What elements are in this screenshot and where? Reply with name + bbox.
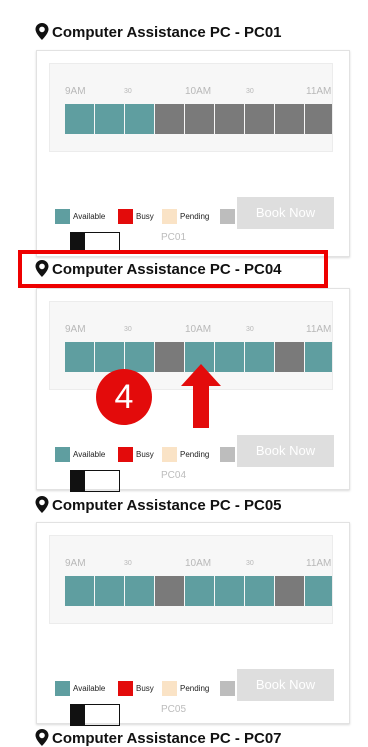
tick-9am: 9AM (65, 324, 86, 335)
time-slot-available[interactable] (305, 576, 332, 606)
screen-icon (84, 470, 120, 492)
time-slot-booked[interactable] (275, 104, 304, 134)
time-slot-available[interactable] (65, 576, 94, 606)
schedule-card-pc05: 9AM 30 10AM 30 11AM Available Busy Pendi… (36, 522, 350, 726)
time-slot-available[interactable] (95, 576, 124, 606)
highlight-box (18, 250, 328, 288)
time-slot-booked[interactable] (305, 104, 332, 134)
legend-available-label: Available (73, 684, 106, 693)
time-slot-available[interactable] (305, 342, 332, 372)
legend-unavailable-swatch (220, 447, 235, 462)
time-slot-booked[interactable] (275, 342, 304, 372)
legend-busy-label: Busy (136, 450, 154, 459)
time-axis: 9AM 30 10AM 30 11AM (50, 86, 332, 100)
tick-1030: 30 (246, 326, 254, 333)
schedule-card-pc01: 9AM 30 10AM 30 11AM Available Busy Pendi… (36, 50, 350, 257)
time-slot-booked[interactable] (245, 104, 274, 134)
tick-11am: 11AM (306, 86, 332, 97)
legend-busy-label: Busy (136, 212, 154, 221)
legend-available-swatch (55, 447, 70, 462)
time-slot-booked[interactable] (155, 104, 184, 134)
tick-9am: 9AM (65, 86, 86, 97)
pc-id-label: PC05 (161, 704, 187, 715)
time-slot-available[interactable] (65, 104, 94, 134)
tick-1030: 30 (246, 560, 254, 567)
legend-pending-swatch (162, 681, 177, 696)
time-slot-available[interactable] (65, 342, 94, 372)
legend-busy-swatch (118, 681, 133, 696)
card-title-pc01[interactable]: Computer Assistance PC - PC01 (52, 24, 282, 41)
book-now-button[interactable]: Book Now (237, 435, 334, 467)
time-slot-booked[interactable] (275, 576, 304, 606)
time-slot-available[interactable] (95, 342, 124, 372)
time-slot-available[interactable] (125, 342, 154, 372)
tick-930: 30 (124, 560, 132, 567)
book-now-button[interactable]: Book Now (237, 197, 334, 229)
tick-10am: 10AM (185, 86, 212, 97)
legend-available-label: Available (73, 450, 106, 459)
book-now-button[interactable]: Book Now (237, 669, 334, 701)
tick-11am: 11AM (306, 558, 332, 569)
legend-unavailable-swatch (220, 681, 235, 696)
time-slot-available[interactable] (245, 576, 274, 606)
time-slot-booked[interactable] (155, 576, 184, 606)
legend-available-label: Available (73, 212, 106, 221)
time-slot-available[interactable] (245, 342, 274, 372)
location-pin-icon (35, 496, 49, 513)
screen-icon (84, 704, 120, 726)
legend-unavailable-swatch (220, 209, 235, 224)
card-title-pc05[interactable]: Computer Assistance PC - PC05 (52, 497, 282, 514)
timeline-panel[interactable]: 9AM 30 10AM 30 11AM (49, 535, 333, 624)
legend-pending-swatch (162, 447, 177, 462)
step-number-badge: 4 (96, 369, 152, 425)
tick-10am: 10AM (185, 324, 212, 335)
legend-available-swatch (55, 209, 70, 224)
tick-11am: 11AM (306, 324, 332, 335)
legend-busy-label: Busy (136, 684, 154, 693)
legend-busy-swatch (118, 209, 133, 224)
tick-930: 30 (124, 88, 132, 95)
time-slot-available[interactable] (125, 104, 154, 134)
tick-1030: 30 (246, 88, 254, 95)
legend-pending-label: Pending (180, 450, 210, 459)
legend-pending-label: Pending (180, 684, 210, 693)
up-arrow-icon (181, 364, 221, 428)
tick-930: 30 (124, 326, 132, 333)
time-slot-available[interactable] (125, 576, 154, 606)
legend-busy-swatch (118, 447, 133, 462)
tick-9am: 9AM (65, 558, 86, 569)
pc-id-label: PC01 (161, 232, 187, 243)
pc-status-icons (70, 704, 126, 726)
location-pin-icon (35, 23, 49, 40)
tick-10am: 10AM (185, 558, 212, 569)
monitor-icon (70, 470, 85, 492)
time-slot-available[interactable] (185, 576, 214, 606)
card-title-pc07[interactable]: Computer Assistance PC - PC07 (52, 730, 282, 747)
time-axis: 9AM 30 10AM 30 11AM (50, 558, 332, 572)
legend-pending-label: Pending (180, 212, 210, 221)
time-slot-available[interactable] (215, 576, 244, 606)
time-slot-booked[interactable] (155, 342, 184, 372)
timeline-panel[interactable]: 9AM 30 10AM 30 11AM (49, 63, 333, 152)
time-slot-available[interactable] (95, 104, 124, 134)
time-slot-booked[interactable] (215, 104, 244, 134)
time-slot-booked[interactable] (185, 104, 214, 134)
legend-available-swatch (55, 681, 70, 696)
legend-pending-swatch (162, 209, 177, 224)
time-axis: 9AM 30 10AM 30 11AM (50, 324, 332, 338)
pc-status-icons (70, 470, 126, 492)
monitor-icon (70, 704, 85, 726)
location-pin-icon (35, 729, 49, 746)
pc-id-label: PC04 (161, 470, 187, 481)
